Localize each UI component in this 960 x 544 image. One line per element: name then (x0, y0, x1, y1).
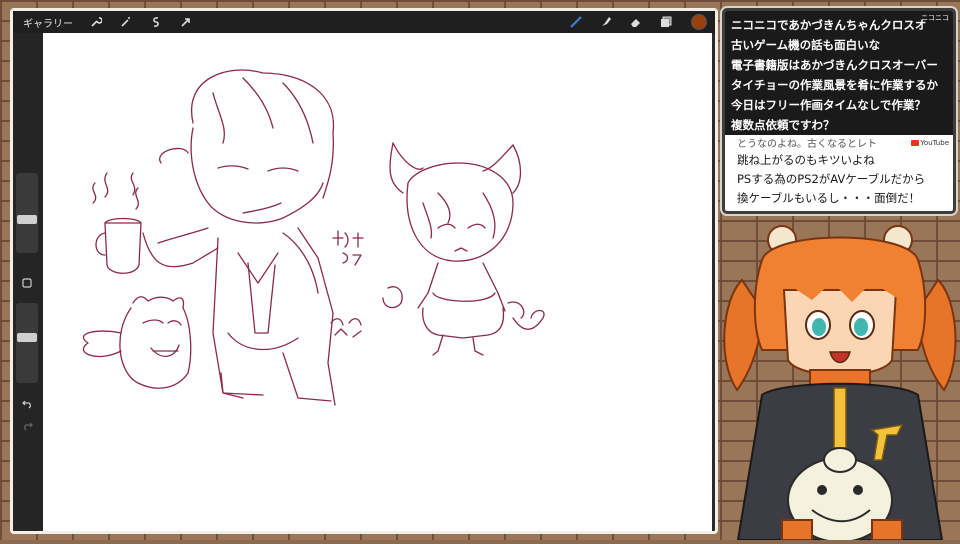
brush-size-slider[interactable] (16, 173, 38, 253)
wrench-icon[interactable] (85, 13, 107, 31)
color-picker-swatch[interactable] (691, 14, 707, 30)
chat-line: 今日はフリー作画タイムなしで作業？ (731, 98, 926, 112)
undo-icon[interactable] (18, 395, 36, 411)
app-toolbar: ギャラリー (13, 11, 715, 33)
drawing-canvas[interactable] (43, 33, 712, 531)
sketch-drawing (82, 69, 545, 406)
chat-line: 換ケーブルもいるし・・・面倒だ！ (737, 191, 921, 205)
magic-wand-icon[interactable] (115, 13, 137, 31)
square-icon[interactable] (18, 275, 36, 291)
selection-icon[interactable] (145, 13, 167, 31)
youtube-icon (910, 140, 919, 146)
youtube-badge: YouTube (910, 139, 949, 147)
redo-icon[interactable] (18, 417, 36, 433)
tool-sidebar (13, 33, 43, 531)
smudge-icon[interactable] (595, 13, 617, 31)
opacity-knob[interactable] (17, 333, 37, 342)
chat-overlay: ニコニコ ニコニコであかづきんちゃんクロスオ 古いゲーム機の話も面白いな 電子書… (722, 8, 956, 214)
chat-line: 電子書籍版はあかづきんクロスオーバー (731, 58, 938, 72)
opacity-slider[interactable] (16, 303, 38, 383)
eraser-icon[interactable] (625, 13, 647, 31)
brush-size-knob[interactable] (17, 215, 37, 224)
chat-line-partial: とうなのよね。古くなるとレト (737, 139, 877, 150)
vtuber-avatar (722, 220, 958, 543)
youtube-label: YouTube (920, 139, 949, 147)
gallery-button[interactable]: ギャラリー (23, 15, 73, 30)
chat-line: ニコニコであかづきんちゃんクロスオ (731, 18, 927, 32)
chat-line: 複数点依頼ですわ？ (731, 118, 835, 132)
layers-icon[interactable] (655, 13, 677, 31)
chat-line: タイチョーの作業風景を肴に作業するか (731, 78, 938, 92)
chat-line: 跳ね上がるのもキツいよね (737, 153, 875, 167)
transform-arrow-icon[interactable] (175, 13, 197, 31)
brush-icon[interactable] (565, 13, 587, 31)
chat-line: 古いゲーム機の話も面白いな (731, 38, 881, 52)
chat-line: PSする為のPS2がAVケーブルだから (737, 172, 926, 186)
